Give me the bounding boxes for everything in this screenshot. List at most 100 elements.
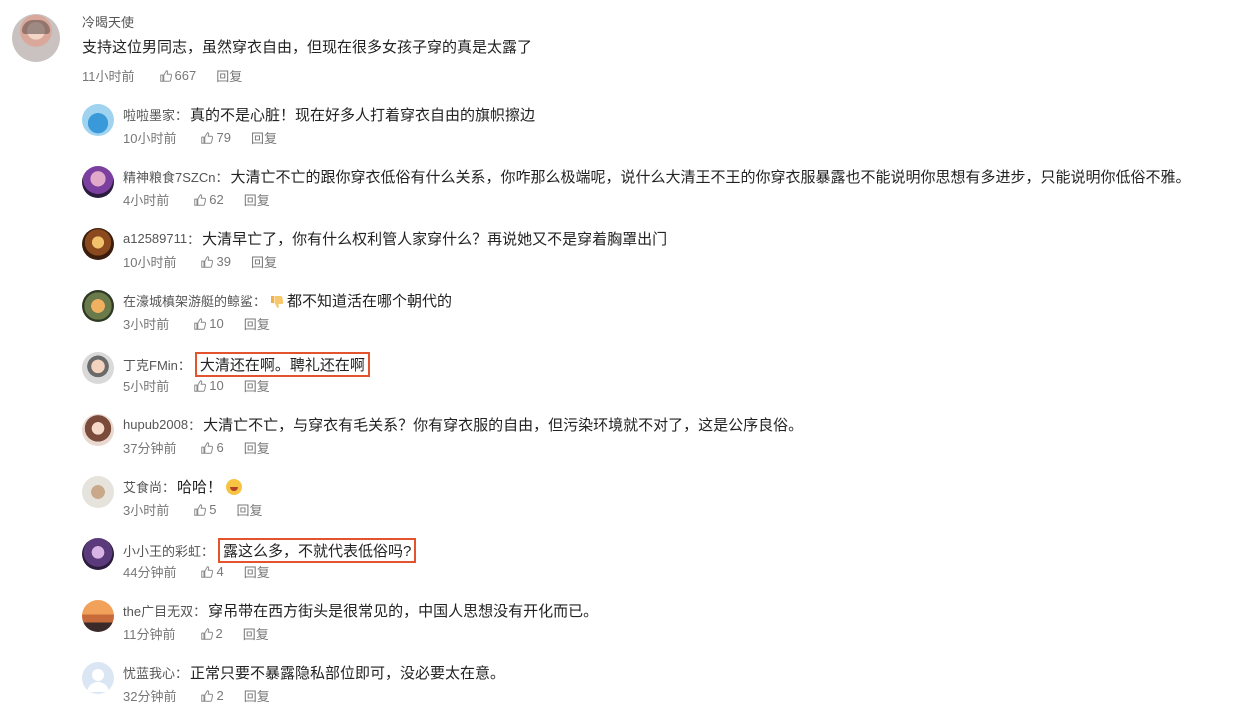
reply-meta: 10小时前 39 回复 bbox=[123, 252, 277, 271]
reply-username[interactable]: 在濠城槙架游艇的鲸鲨 bbox=[123, 291, 253, 310]
comment-username[interactable]: 冷暍天使 bbox=[82, 12, 134, 31]
reply-button[interactable]: 回复 bbox=[251, 128, 277, 147]
reply-time: 3小时前 bbox=[123, 503, 170, 518]
reply-time: 10小时前 bbox=[123, 255, 177, 270]
reply-username[interactable]: 小小王的彩虹 bbox=[123, 541, 201, 560]
separator: ： bbox=[215, 170, 229, 185]
thumbs-up-icon bbox=[201, 689, 214, 702]
reply-text: 大清亡不亡的跟你穿衣低俗有什么关系，你咋那么极端呢，说什么大清王不王的你穿衣服暴… bbox=[230, 169, 1191, 186]
highlighted-reply-text: 露这么多，不就代表低俗吗? bbox=[218, 538, 417, 563]
reply-button[interactable]: 回复 bbox=[244, 190, 270, 209]
reply-username[interactable]: hupub2008 bbox=[123, 417, 188, 432]
avatar[interactable] bbox=[82, 352, 114, 384]
like-count: 39 bbox=[216, 254, 231, 269]
comment-text: 支持这位男同志，虽然穿衣自由，但现在很多女孩子穿的真是太露了 bbox=[82, 39, 533, 56]
like-count: 10 bbox=[209, 378, 224, 393]
reply-meta: 5小时前 10 回复 bbox=[123, 376, 270, 395]
like-count: 79 bbox=[216, 130, 231, 145]
reply-meta: 4小时前 62 回复 bbox=[123, 190, 270, 209]
separator: ： bbox=[253, 294, 267, 309]
reply-button[interactable]: 回复 bbox=[251, 252, 277, 271]
avatar[interactable] bbox=[82, 538, 114, 570]
avatar[interactable] bbox=[12, 14, 60, 62]
like-count: 10 bbox=[209, 316, 224, 331]
reply-username[interactable]: a12589711 bbox=[123, 231, 187, 246]
thumbs-up-icon bbox=[159, 69, 172, 82]
avatar[interactable] bbox=[82, 166, 114, 198]
reply-button[interactable]: 回复 bbox=[243, 624, 269, 643]
reply-time: 5小时前 bbox=[123, 379, 170, 394]
reply-text: 穿吊带在西方街头是很常见的，中国人思想没有开化而已。 bbox=[208, 603, 599, 620]
reply-username[interactable]: 丁克FMin bbox=[123, 355, 178, 374]
reply-button[interactable]: 回复 bbox=[244, 438, 270, 457]
like-button[interactable]: 2 bbox=[200, 688, 224, 703]
reply-username[interactable]: 啦啦墨家 bbox=[123, 105, 175, 124]
like-button[interactable]: 2 bbox=[200, 626, 223, 641]
reply-meta: 11分钟前 2 回复 bbox=[123, 624, 269, 643]
reply-time: 44分钟前 bbox=[123, 565, 177, 580]
reply-text: 大清亡不亡，与穿衣有毛关系？你有穿衣服的自由，但污染环境就不对了，这是公序良俗。 bbox=[203, 417, 804, 434]
reply-username[interactable]: the广目无双 bbox=[123, 601, 193, 620]
thumbs-up-icon bbox=[194, 379, 207, 392]
default-avatar[interactable] bbox=[82, 662, 114, 694]
thumbs-up-icon bbox=[200, 627, 213, 640]
like-count: 667 bbox=[174, 68, 197, 83]
separator: ： bbox=[175, 666, 189, 681]
avatar[interactable] bbox=[82, 600, 114, 632]
user-silhouette-icon bbox=[87, 669, 109, 692]
separator: ： bbox=[177, 358, 191, 373]
avatar[interactable] bbox=[82, 228, 114, 260]
reply-button[interactable]: 回复 bbox=[244, 314, 270, 333]
reply-time: 32分钟前 bbox=[123, 689, 177, 704]
like-button[interactable]: 667 bbox=[159, 68, 197, 83]
thumbs-up-icon bbox=[201, 131, 214, 144]
reply-button[interactable]: 回复 bbox=[244, 686, 270, 705]
reply-item: 在濠城槙架游艇的鲸鲨： 都不知道活在哪个朝代的 3小时前 10 回复 bbox=[82, 286, 1260, 348]
comment-meta: 11小时前 667 回复 bbox=[82, 66, 242, 85]
like-button[interactable]: 10 bbox=[193, 378, 224, 393]
reply-item: the广目无双：穿吊带在西方街头是很常见的，中国人思想没有开化而已。 11分钟前… bbox=[82, 596, 1260, 658]
like-count: 5 bbox=[209, 502, 217, 517]
reply-list: 啦啦墨家：真的不是心脏！现在好多人打着穿衣自由的旗帜擦边 10小时前 79 回复… bbox=[82, 100, 1260, 720]
reply-time: 11分钟前 bbox=[123, 627, 176, 642]
thumbs-up-icon bbox=[201, 255, 214, 268]
reply-item: 小小王的彩虹：露这么多，不就代表低俗吗? 44分钟前 4 回复 bbox=[82, 534, 1260, 596]
reply-text: 都不知道活在哪个朝代的 bbox=[287, 293, 453, 310]
reply-item: 艾食尚：哈哈！ 3小时前 5 回复 bbox=[82, 472, 1260, 534]
reply-meta: 3小时前 5 回复 bbox=[123, 500, 262, 519]
separator: ： bbox=[187, 232, 201, 247]
reply-meta: 3小时前 10 回复 bbox=[123, 314, 270, 333]
highlighted-reply-text: 大清还在啊。聘礼还在啊 bbox=[194, 352, 370, 377]
like-count: 2 bbox=[216, 688, 224, 703]
reply-item: 精神粮食7SZCn：大清亡不亡的跟你穿衣低俗有什么关系，你咋那么极端呢，说什么大… bbox=[82, 162, 1260, 224]
reply-button[interactable]: 回复 bbox=[236, 500, 262, 519]
reply-time: 3小时前 bbox=[123, 317, 170, 332]
reply-text: 哈哈！ bbox=[177, 479, 223, 496]
reply-item: a12589711：大清早亡了，你有什么权利管人家穿什么？再说她又不是穿着胸罩出… bbox=[82, 224, 1260, 286]
like-button[interactable]: 79 bbox=[200, 130, 231, 145]
separator: ： bbox=[162, 480, 176, 495]
like-button[interactable]: 62 bbox=[193, 192, 224, 207]
reply-username[interactable]: 精神粮食7SZCn bbox=[123, 167, 215, 186]
like-button[interactable]: 6 bbox=[200, 440, 224, 455]
reply-meta: 37分钟前 6 回复 bbox=[123, 438, 270, 457]
reply-time: 37分钟前 bbox=[123, 441, 177, 456]
reply-button[interactable]: 回复 bbox=[244, 562, 270, 581]
reply-button[interactable]: 回复 bbox=[216, 66, 242, 85]
reply-button[interactable]: 回复 bbox=[244, 376, 270, 395]
like-button[interactable]: 10 bbox=[193, 316, 224, 331]
reply-item: hupub2008：大清亡不亡，与穿衣有毛关系？你有穿衣服的自由，但污染环境就不… bbox=[82, 410, 1260, 472]
like-button[interactable]: 39 bbox=[200, 254, 231, 269]
separator: ： bbox=[201, 544, 215, 559]
like-count: 62 bbox=[209, 192, 224, 207]
like-button[interactable]: 4 bbox=[200, 564, 224, 579]
avatar[interactable] bbox=[82, 476, 114, 508]
reply-username[interactable]: 忧蓝我心 bbox=[123, 663, 175, 682]
avatar[interactable] bbox=[82, 104, 114, 136]
avatar[interactable] bbox=[82, 414, 114, 446]
avatar[interactable] bbox=[82, 290, 114, 322]
reply-username[interactable]: 艾食尚 bbox=[123, 477, 162, 496]
reply-text: 大清早亡了，你有什么权利管人家穿什么？再说她又不是穿着胸罩出门 bbox=[202, 231, 668, 248]
like-button[interactable]: 5 bbox=[193, 502, 216, 517]
like-count: 2 bbox=[215, 626, 223, 641]
